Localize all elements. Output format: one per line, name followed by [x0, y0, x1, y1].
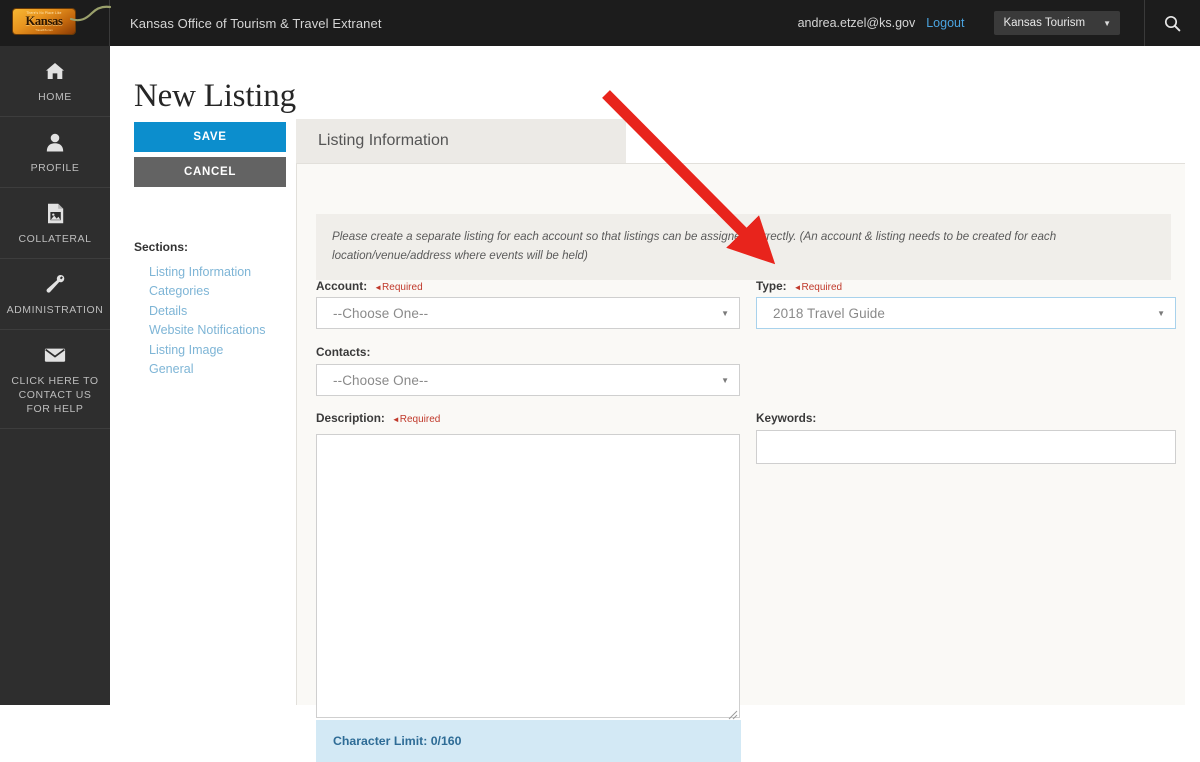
account-select-value: --Choose One-- — [333, 305, 429, 321]
info-banner: Please create a separate listing for eac… — [316, 214, 1171, 280]
chevron-down-icon: ▼ — [1103, 18, 1111, 28]
logo-string-icon — [69, 5, 112, 22]
description-textarea[interactable] — [316, 434, 740, 718]
required-marker-icon: ◄ — [793, 283, 802, 292]
section-link-listing-image[interactable]: Listing Image — [149, 341, 266, 360]
panel-tab-strip: Listing Information — [296, 119, 626, 163]
contacts-label-text: Contacts: — [316, 345, 371, 359]
top-header-bar: There's No Place Like Kansas TravelKS.co… — [0, 0, 1200, 46]
user-email: andrea.etzel@ks.gov — [797, 16, 916, 30]
sidebar-item-profile[interactable]: PROFILE — [0, 117, 110, 188]
type-label: Type: ◄Required — [756, 279, 842, 293]
description-required-text: Required — [399, 414, 441, 425]
tab-listing-information[interactable]: Listing Information — [296, 119, 626, 163]
sidebar-item-contact-help[interactable]: CLICK HERE TO CONTACT US FOR HELP — [0, 330, 110, 429]
organization-selector[interactable]: Kansas Tourism ▼ — [994, 11, 1120, 35]
contacts-select-value: --Choose One-- — [333, 372, 429, 388]
user-icon — [46, 131, 64, 153]
required-marker-icon: ◄ — [374, 283, 383, 292]
listing-information-panel: Please create a separate listing for eac… — [296, 163, 1185, 762]
logo-zone[interactable]: There's No Place Like Kansas TravelKS.co… — [0, 0, 112, 46]
search-icon — [1164, 15, 1181, 31]
keywords-label: Keywords: — [756, 411, 816, 425]
required-marker-icon: ◄ — [391, 415, 400, 424]
description-label-text: Description: — [316, 411, 385, 425]
sidebar-item-label: CLICK HERE TO CONTACT US FOR HELP — [11, 375, 99, 415]
contacts-select[interactable]: --Choose One-- ▼ — [316, 364, 740, 396]
home-icon — [45, 60, 65, 82]
type-select[interactable]: 2018 Travel Guide ▼ — [756, 297, 1176, 329]
character-limit-text: Character Limit: 0/160 — [333, 734, 462, 748]
chevron-down-icon: ▼ — [721, 308, 729, 318]
site-title: Kansas Office of Tourism & Travel Extran… — [130, 15, 382, 31]
type-select-value: 2018 Travel Guide — [773, 305, 886, 321]
section-link-listing-information[interactable]: Listing Information — [149, 263, 266, 282]
section-link-details[interactable]: Details — [149, 302, 266, 321]
sidebar-item-label: COLLATERAL — [18, 233, 92, 245]
description-required-badge: ◄Required — [392, 414, 441, 425]
page-title: New Listing — [134, 78, 296, 114]
sidebar-item-collateral[interactable]: COLLATERAL — [0, 188, 110, 259]
sidebar-navigation: HOME PROFILE COLLATERAL ADMINISTRATION C… — [0, 46, 110, 705]
sections-heading: Sections: — [134, 240, 189, 254]
sidebar-item-label: ADMINISTRATION — [6, 304, 104, 316]
keywords-label-text: Keywords: — [756, 411, 817, 425]
account-label: Account: ◄Required — [316, 279, 423, 293]
header-right-group: andrea.etzel@ks.gov Logout Kansas Touris… — [798, 0, 1200, 46]
sections-list: Listing Information Categories Details W… — [149, 263, 266, 379]
section-link-categories[interactable]: Categories — [149, 282, 266, 301]
sidebar-item-home[interactable]: HOME — [0, 46, 110, 117]
logo-sub-text: TravelKS.com — [35, 28, 53, 32]
description-label: Description: ◄Required — [316, 411, 440, 425]
account-label-text: Account: — [316, 279, 368, 293]
account-required-text: Required — [382, 282, 423, 293]
contacts-label: Contacts: — [316, 345, 370, 359]
type-required-text: Required — [801, 282, 843, 293]
search-button[interactable] — [1144, 0, 1200, 46]
cancel-button[interactable]: CANCEL — [134, 157, 286, 187]
save-button[interactable]: SAVE — [134, 122, 286, 152]
envelope-icon — [44, 344, 66, 366]
sidebar-item-label: HOME — [38, 91, 72, 103]
character-limit-bar: Character Limit: 0/160 — [316, 720, 741, 762]
sidebar-item-administration[interactable]: ADMINISTRATION — [0, 259, 110, 330]
main-content-area: New Listing SAVE CANCEL Sections: Listin… — [110, 46, 1200, 762]
account-required-badge: ◄Required — [374, 282, 423, 293]
logo-main-text: Kansas — [25, 14, 63, 28]
section-link-general[interactable]: General — [149, 360, 266, 379]
type-label-text: Type: — [756, 279, 787, 293]
organization-selector-value: Kansas Tourism — [1003, 17, 1086, 29]
account-select[interactable]: --Choose One-- ▼ — [316, 297, 740, 329]
chevron-down-icon: ▼ — [1157, 308, 1165, 318]
logout-link[interactable]: Logout — [926, 16, 964, 30]
keywords-input[interactable] — [756, 430, 1176, 464]
sidebar-item-label: PROFILE — [30, 162, 80, 174]
kansas-luggage-tag-logo[interactable]: There's No Place Like Kansas TravelKS.co… — [13, 9, 75, 34]
section-link-website-notifications[interactable]: Website Notifications — [149, 321, 266, 340]
image-document-icon — [47, 202, 64, 224]
wrench-icon — [45, 273, 65, 295]
type-required-badge: ◄Required — [794, 282, 843, 293]
chevron-down-icon: ▼ — [721, 375, 729, 385]
